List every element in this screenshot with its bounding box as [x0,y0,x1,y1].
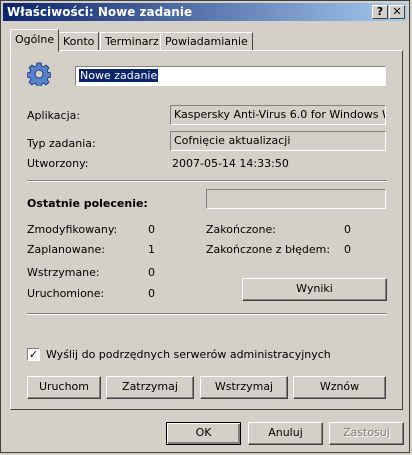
task-type-value: Cofnięcie aktualizacji [174,134,291,147]
stop-button-label: Zatrzymaj [122,380,178,393]
apply-button-label: Zastosuj [343,426,390,439]
pause-button-label: Wstrzymaj [214,380,274,393]
paused-value: 0 [148,266,155,279]
start-button-label: Uruchom [38,380,89,393]
checkmark-icon: ✓ [28,348,39,361]
errors-label: Zakończone z błędem: [206,243,331,256]
modified-label: Zmodyfikowany: [27,223,118,236]
pause-button[interactable]: Wstrzymaj [200,376,288,399]
results-button[interactable]: Wyniki [242,278,387,301]
title-bar[interactable]: Właściwości: Nowe zadanie ? ✕ [3,3,407,21]
window-title: Właściwości: Nowe zadanie [7,5,193,19]
send-to-slave-servers-label[interactable]: Wyślij do podrzędnych serwerów administr… [46,348,331,361]
created-value: 2007-05-14 14:33:50 [172,157,289,170]
errors-value: 0 [344,243,351,256]
scheduled-label: Zaplanowane: [27,243,105,256]
close-icon: ✕ [392,5,402,18]
task-name-input[interactable]: Nowe zadanie [75,66,386,86]
running-label: Uruchomione: [27,287,105,300]
resume-button[interactable]: Wznów [293,376,386,399]
application-label: Aplikacja: [27,109,81,122]
ok-button-label: OK [195,426,212,439]
running-value: 0 [148,287,155,300]
results-button-label: Wyniki [296,282,333,295]
task-type-field: Cofnięcie aktualizacji [170,131,386,151]
last-command-field [206,189,386,209]
cancel-button[interactable]: Anuluj [248,422,323,445]
scheduled-value: 1 [148,243,155,256]
separator [27,313,387,315]
completed-value: 0 [344,223,351,236]
cancel-button-label: Anuluj [268,426,303,439]
application-value: Kaspersky Anti-Virus 6.0 for Windows Wor… [174,108,385,121]
application-field: Kaspersky Anti-Virus 6.0 for Windows Wor… [170,105,386,125]
tab-label: Terminarz [105,35,159,48]
tab-label: Powiadamianie [165,35,248,48]
paused-label: Wstrzymane: [27,266,100,279]
last-command-label: Ostatnie polecenie: [27,197,148,210]
stop-button[interactable]: Zatrzymaj [106,376,194,399]
tab-schedule[interactable]: Terminarz [100,32,164,51]
gear-icon [26,62,52,88]
tab-label: Konto [63,35,95,48]
close-button[interactable]: ✕ [389,5,405,19]
tab-label: Ogólne [15,33,55,46]
separator [27,180,387,182]
created-label: Utworzony: [27,157,89,170]
tab-account[interactable]: Konto [58,32,100,51]
help-icon: ? [376,5,384,18]
tab-notification[interactable]: Powiadamianie [160,32,253,51]
apply-button[interactable]: Zastosuj [329,422,404,445]
resume-button-label: Wznów [319,380,360,393]
tab-general[interactable]: Ogólne [10,29,60,52]
help-button[interactable]: ? [372,5,388,19]
task-name-text: Nowe zadanie [79,69,159,82]
properties-window: Właściwości: Nowe zadanie ? ✕ Ogólne Kon… [0,0,410,453]
modified-value: 0 [148,223,155,236]
start-button[interactable]: Uruchom [27,376,101,399]
send-to-slave-servers-checkbox[interactable]: ✓ [27,348,40,361]
task-type-label: Typ zadania: [27,137,96,150]
ok-button[interactable]: OK [166,422,241,445]
completed-label: Zakończone: [206,223,276,236]
general-panel: Nowe zadanie Aplikacja: Kaspersky Anti-V… [10,50,403,410]
